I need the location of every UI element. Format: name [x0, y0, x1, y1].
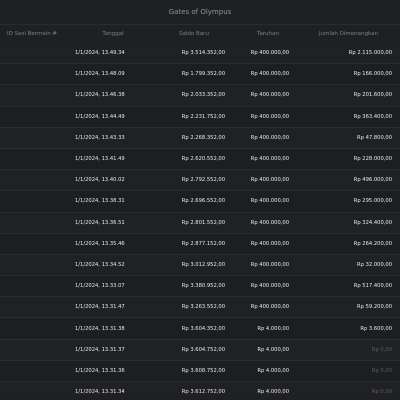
date-cell: 1/1/2024, 13.43.33	[75, 134, 125, 141]
bet-cell: Rp 400.000,00	[250, 134, 289, 141]
col-date[interactable]: Tanggal	[69, 31, 157, 37]
date-cell: 1/1/2024, 13.33.07	[75, 283, 125, 290]
balance-cell: Rp 3.380.952,00	[181, 283, 225, 290]
bet-cell: Rp 4.000,00	[257, 325, 289, 332]
date-cell: 1/1/2024, 13.31.37	[75, 346, 125, 353]
win-cell: Rp 59.200,00	[357, 304, 392, 311]
table-row[interactable]: 1/1/2024, 13.31.47 Rp 3.263.552,00 Rp 400.…	[0, 297, 400, 319]
table-row[interactable]: 1/1/2024, 13.33.07 Rp 3.380.952,00 Rp 400.…	[0, 276, 400, 298]
bet-cell: Rp 400.000,00	[250, 92, 289, 99]
table-row[interactable]: 1/1/2024, 13.34.52 Rp 3.012.952,00 Rp 400.…	[0, 254, 400, 277]
date-cell: 1/1/2024, 13.41.49	[75, 156, 125, 163]
table-row[interactable]: 1/1/2024, 13.31.37 Rp 3.604.752,00 Rp 4.00…	[0, 339, 400, 361]
bet-cell: Rp 400.000,00	[250, 50, 289, 57]
balance-cell: Rp 3.263.552,00	[181, 304, 225, 311]
bet-cell: Rp 400.000,00	[250, 71, 289, 78]
bet-cell: Rp 400.000,00	[250, 240, 289, 247]
bet-cell: Rp 4.000,00	[257, 367, 289, 374]
balance-cell: Rp 1.799.352,00	[181, 71, 225, 78]
table-row[interactable]: 1/1/2024, 13.49.34 Rp 3.514.352,00 Rp 400.…	[0, 43, 400, 65]
table-body[interactable]: 1/1/2024, 13.49.34 Rp 3.514.352,00 Rp 400.…	[0, 43, 400, 400]
col-bet[interactable]: Taruhan	[231, 31, 305, 37]
date-cell: 1/1/2024, 13.44.49	[75, 113, 125, 120]
balance-cell: Rp 2.268.352,00	[181, 134, 225, 141]
win-cell: Rp 363.400,00	[353, 113, 392, 120]
win-cell: Rp 0,00	[371, 367, 392, 374]
table-row[interactable]: 1/1/2024, 13.41.49 Rp 2.620.552,00 Rp 400.…	[0, 148, 400, 171]
bet-cell: Rp 400.000,00	[250, 283, 289, 290]
win-cell: Rp 517.400,00	[353, 283, 392, 290]
table-row[interactable]: 1/1/2024, 13.31.36 Rp 3.608.752,00 Rp 4.00…	[0, 360, 400, 382]
bet-cell: Rp 4.000,00	[257, 346, 289, 353]
bet-cell: Rp 400.000,00	[250, 219, 289, 226]
table-row[interactable]: 1/1/2024, 13.48.09 Rp 1.799.352,00 Rp 400.…	[0, 64, 400, 86]
table-row[interactable]: 1/1/2024, 13.44.49 Rp 2.231.752,00 Rp 400.…	[0, 106, 400, 128]
date-cell: 1/1/2024, 13.31.34	[75, 389, 125, 396]
win-cell: Rp 3.600,00	[360, 325, 392, 332]
win-cell: Rp 228.000,00	[353, 156, 392, 163]
table-row[interactable]: 1/1/2024, 13.35.46 Rp 2.877.152,00 Rp 400.…	[0, 233, 400, 255]
bet-cell: Rp 400.000,00	[250, 261, 289, 268]
date-cell: 1/1/2024, 13.31.38	[75, 325, 125, 332]
win-cell: Rp 264.200,00	[353, 240, 392, 247]
win-cell: Rp 0,00	[371, 346, 392, 353]
bet-cell: Rp 400.000,00	[250, 304, 289, 311]
win-cell: Rp 0,00	[371, 389, 392, 396]
col-win[interactable]: Jumlah Dimenangkan	[305, 31, 400, 37]
win-cell: Rp 47.800,00	[357, 134, 392, 141]
win-cell: Rp 2.115.000,00	[348, 50, 392, 57]
balance-cell: Rp 2.877.152,00	[181, 240, 225, 247]
bet-cell: Rp 400.000,00	[250, 113, 289, 120]
table-header: ID Sesi Bermain # Tanggal Saldo Baru Tar…	[0, 25, 400, 43]
bet-cell: Rp 400.000,00	[250, 198, 289, 205]
bet-cell: Rp 400.000,00	[250, 177, 289, 184]
table-row[interactable]: 1/1/2024, 13.31.38 Rp 3.604.352,00 Rp 4.00…	[0, 318, 400, 340]
bet-cell: Rp 400.000,00	[250, 156, 289, 163]
date-cell: 1/1/2024, 13.35.46	[75, 240, 125, 247]
table-row[interactable]: 1/1/2024, 13.43.33 Rp 2.268.352,00 Rp 400.…	[0, 127, 400, 149]
window-title: Gates of Olympus	[0, 0, 400, 25]
date-cell: 1/1/2024, 13.49.34	[75, 50, 125, 57]
table-row[interactable]: 1/1/2024, 13.46.38 Rp 2.033.352,00 Rp 400.…	[0, 85, 400, 107]
win-cell: Rp 201.600,00	[353, 92, 392, 99]
table-row[interactable]: 1/1/2024, 13.40.02 Rp 2.792.552,00 Rp 400.…	[0, 170, 400, 192]
win-cell: Rp 166.000,00	[353, 71, 392, 78]
balance-cell: Rp 2.696.552,00	[181, 198, 225, 205]
balance-cell: Rp 3.012.952,00	[181, 261, 225, 268]
win-cell: Rp 324.400,00	[353, 219, 392, 226]
balance-cell: Rp 3.604.352,00	[181, 325, 225, 332]
table-row[interactable]: 1/1/2024, 13.38.31 Rp 2.696.552,00 Rp 400.…	[0, 191, 400, 213]
date-cell: 1/1/2024, 13.38.31	[75, 198, 125, 205]
date-cell: 1/1/2024, 13.31.36	[75, 367, 125, 374]
col-balance[interactable]: Saldo Baru	[157, 31, 231, 37]
date-cell: 1/1/2024, 13.34.52	[75, 261, 125, 268]
table-row[interactable]: 1/1/2024, 13.31.34 Rp 3.612.752,00 Rp 4.00…	[0, 382, 400, 400]
balance-cell: Rp 2.033.352,00	[181, 92, 225, 99]
date-cell: 1/1/2024, 13.46.38	[75, 92, 125, 99]
table-row[interactable]: 1/1/2024, 13.36.51 Rp 2.801.552,00 Rp 400.…	[0, 212, 400, 234]
balance-cell: Rp 2.801.552,00	[181, 219, 225, 226]
win-cell: Rp 32.000,00	[357, 261, 392, 268]
balance-cell: Rp 3.612.752,00	[181, 389, 225, 396]
balance-cell: Rp 3.608.752,00	[181, 367, 225, 374]
date-cell: 1/1/2024, 13.36.51	[75, 219, 125, 226]
balance-cell: Rp 2.620.552,00	[181, 156, 225, 163]
balance-cell: Rp 2.792.552,00	[181, 177, 225, 184]
date-cell: 1/1/2024, 13.31.47	[75, 304, 125, 311]
balance-cell: Rp 3.514.352,00	[181, 50, 225, 57]
win-cell: Rp 295.000,00	[353, 198, 392, 205]
col-session-id[interactable]: ID Sesi Bermain #	[0, 31, 69, 37]
date-cell: 1/1/2024, 13.48.09	[75, 71, 125, 78]
win-cell: Rp 496.000,00	[353, 177, 392, 184]
bet-cell: Rp 4.000,00	[257, 389, 289, 396]
history-panel: Gates of Olympus ID Sesi Bermain # Tangg…	[0, 0, 400, 400]
balance-cell: Rp 3.604.752,00	[181, 346, 225, 353]
balance-cell: Rp 2.231.752,00	[181, 113, 225, 120]
date-cell: 1/1/2024, 13.40.02	[75, 177, 125, 184]
